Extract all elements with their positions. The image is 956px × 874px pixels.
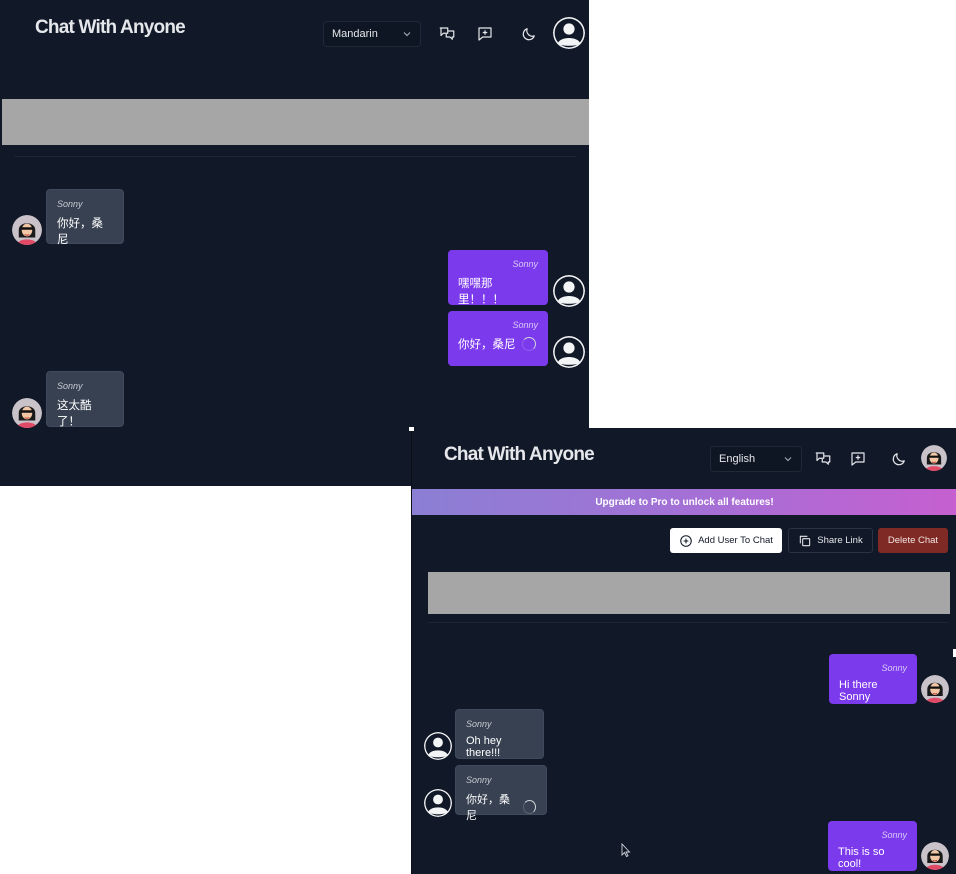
profile-avatar[interactable] xyxy=(553,17,585,49)
message-text: 你好，桑尼 xyxy=(466,794,510,822)
avatar xyxy=(921,842,949,870)
avatar xyxy=(553,336,585,368)
language-value: English xyxy=(719,453,756,465)
mouse-cursor-icon xyxy=(621,843,631,857)
profile-avatar[interactable] xyxy=(921,445,947,471)
message-text: This is so cool! xyxy=(838,846,885,870)
placeholder-bar xyxy=(428,572,950,614)
language-select[interactable]: English xyxy=(710,446,802,472)
chat-window-english: Chat With Anyone English Upgrade to Pro … xyxy=(411,428,956,874)
delete-chat-label: Delete Chat xyxy=(887,535,939,546)
moon-icon[interactable] xyxy=(518,23,540,45)
corner-marker xyxy=(409,427,414,431)
copy-icon xyxy=(800,535,811,546)
chevron-down-icon xyxy=(783,454,793,464)
message-bubble: Sonny 这太酷了！ xyxy=(46,371,124,428)
message-sender: Sonny xyxy=(466,719,492,729)
app-logo[interactable]: Chat With Anyone xyxy=(444,444,595,466)
new-chat-icon[interactable] xyxy=(847,448,869,470)
message-sender: Sonny xyxy=(512,320,538,330)
divider xyxy=(428,622,948,623)
message-bubble: Sonny Oh hey there!!! xyxy=(455,709,544,759)
placeholder-bar xyxy=(2,99,589,145)
avatar xyxy=(921,675,949,703)
plus-circle-icon xyxy=(680,534,692,547)
avatar xyxy=(12,398,42,428)
loading-spinner-icon xyxy=(521,337,536,351)
translate-icon[interactable] xyxy=(812,448,834,470)
message-text: 你好，桑尼 xyxy=(458,339,516,351)
message-sender: Sonny xyxy=(57,199,83,209)
chat-window-mandarin: Chat With Anyone Mandarin Sonny 你好，桑尼 So… xyxy=(0,0,589,486)
avatar xyxy=(12,215,42,245)
message-sender: Sonny xyxy=(57,381,83,391)
message-bubble: Sonny 你好，桑尼 xyxy=(46,189,124,246)
message-sender: Sonny xyxy=(512,259,538,269)
add-user-button[interactable]: Add User To Chat xyxy=(670,528,782,553)
avatar xyxy=(424,732,452,760)
message-sender: Sonny xyxy=(881,663,907,673)
language-select[interactable]: Mandarin xyxy=(323,21,421,47)
message-bubble: Sonny 你好，桑尼 xyxy=(455,765,547,822)
divider xyxy=(14,156,576,157)
avatar xyxy=(424,789,452,817)
message-text: 你好，桑尼 xyxy=(57,218,103,246)
message-bubble: Sonny 你好，桑尼 xyxy=(448,311,548,366)
message-bubble: Sonny This is so cool! xyxy=(828,821,917,871)
delete-chat-button[interactable]: Delete Chat xyxy=(878,528,948,553)
message-text: Hi there Sonny xyxy=(839,679,878,703)
upgrade-banner[interactable]: Upgrade to Pro to unlock all features! xyxy=(412,489,956,515)
message-text: Oh hey there!!! xyxy=(466,735,502,759)
message-text: 嘿嘿那里！！！ xyxy=(458,278,504,306)
chevron-down-icon xyxy=(402,29,412,39)
message-bubble: Sonny 嘿嘿那里！！！ xyxy=(448,250,548,306)
message-bubble: Sonny Hi there Sonny xyxy=(829,654,917,704)
app-logo[interactable]: Chat With Anyone xyxy=(35,17,186,39)
share-link-button[interactable]: Share Link xyxy=(788,528,873,553)
new-chat-icon[interactable] xyxy=(474,23,496,45)
avatar xyxy=(553,275,585,307)
add-user-label: Add User To Chat xyxy=(698,535,773,546)
message-sender: Sonny xyxy=(881,830,907,840)
message-text: 这太酷了！ xyxy=(57,400,92,428)
translate-icon[interactable] xyxy=(436,23,458,45)
message-sender: Sonny xyxy=(466,775,492,785)
loading-spinner-icon xyxy=(522,800,536,814)
moon-icon[interactable] xyxy=(888,448,910,470)
share-link-label: Share Link xyxy=(817,535,863,546)
language-value: Mandarin xyxy=(332,28,378,40)
